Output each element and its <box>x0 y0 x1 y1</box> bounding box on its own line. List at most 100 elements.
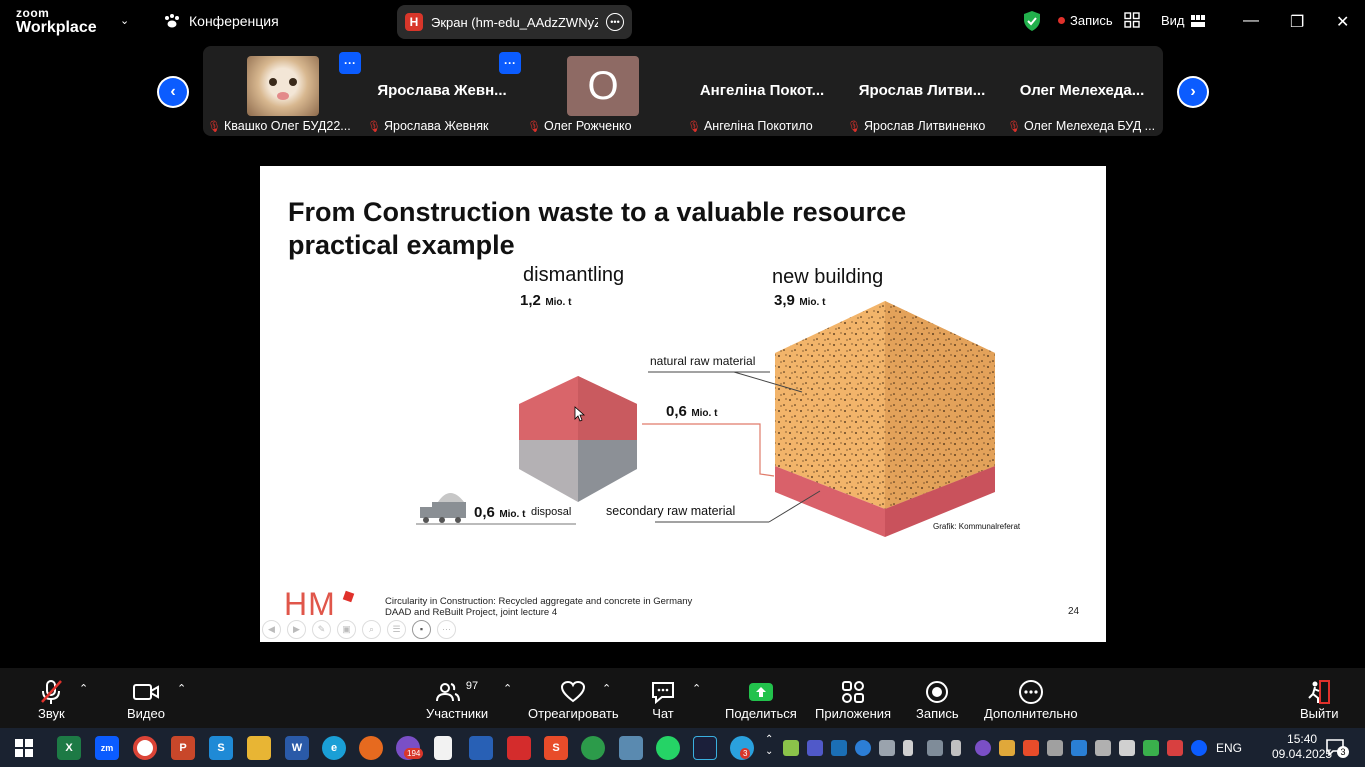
tray-app-icon[interactable] <box>831 740 847 756</box>
participant-photo <box>247 56 319 116</box>
muted-mic-icon <box>39 678 63 706</box>
prev-slide-icon[interactable]: ◀ <box>262 620 281 639</box>
tray-viber-icon[interactable] <box>975 740 991 756</box>
more-options-icon[interactable]: ⋯ <box>437 620 456 639</box>
more-button[interactable]: Дополнительно <box>984 678 1078 721</box>
chrome-icon[interactable] <box>133 736 157 760</box>
participant-tile[interactable]: О 🎙 Олег Рожченко <box>523 46 681 136</box>
app-s-icon[interactable]: S <box>209 736 233 760</box>
dismantling-label: dismantling <box>523 264 625 286</box>
word-icon[interactable]: W <box>285 736 309 760</box>
video-button[interactable]: Видео <box>127 678 165 721</box>
participant-name: 🎙 Квашко Олег БУД22... <box>207 119 351 133</box>
system-clock[interactable]: 15:40 09.04.2025 <box>1272 732 1332 762</box>
new-building-label: new building <box>772 266 884 288</box>
next-slide-icon[interactable]: ▶ <box>287 620 306 639</box>
audio-options-caret[interactable]: ⌃ <box>79 682 88 695</box>
participant-tile[interactable]: Олег Мелехеда... 🎙 Олег Мелехеда БУД ... <box>1003 46 1161 136</box>
record-label: Запись <box>916 706 959 721</box>
tray-tool-icon[interactable] <box>879 740 895 756</box>
video-options-caret[interactable]: ⌃ <box>177 682 186 695</box>
slides-icon[interactable]: ▣ <box>337 620 356 639</box>
video-camera-icon <box>132 678 160 706</box>
tile-more-button[interactable]: ··· <box>339 52 361 74</box>
shield-icon[interactable] <box>1022 10 1042 32</box>
tile-more-button[interactable]: ··· <box>499 52 521 74</box>
document-icon[interactable] <box>434 736 452 760</box>
tray-expand-icon[interactable]: ⌃ ⌄ <box>765 734 773 758</box>
pen-icon[interactable]: ✎ <box>312 620 331 639</box>
leave-button[interactable]: Выйти <box>1300 678 1339 721</box>
whatsapp-icon[interactable] <box>656 736 680 760</box>
participants-options-caret[interactable]: ⌃ <box>503 682 512 695</box>
windows-start-icon[interactable] <box>15 739 33 757</box>
participant-tile[interactable]: Ярослава Жевн... ··· 🎙 Ярослава Жевняк <box>363 46 521 136</box>
tray-mute-icon[interactable] <box>1167 740 1183 756</box>
tray-monitor-icon[interactable] <box>927 740 943 756</box>
tray-wifi-icon[interactable] <box>1047 740 1063 756</box>
zoom-window: zoom Workplace ⌄ Конференция H Экран (hm… <box>0 0 1365 767</box>
screen-share-pill[interactable]: H Экран (hm-edu_AAdzZWNyZXQ ••• <box>397 5 632 39</box>
audio-button[interactable]: Звук <box>38 678 65 721</box>
zoom-app-icon[interactable]: zm <box>95 736 119 760</box>
muted-mic-icon: 🎙 <box>527 120 541 133</box>
file-explorer-icon[interactable] <box>247 736 271 760</box>
tray-teams-icon[interactable] <box>807 740 823 756</box>
view-menu[interactable]: Вид <box>1161 13 1205 28</box>
screen-title: Экран (hm-edu_AAdzZWNyZXQ <box>431 14 598 30</box>
volume-icon[interactable] <box>1119 740 1135 756</box>
chat-button[interactable]: Чат <box>650 678 676 721</box>
tray-folder-icon[interactable] <box>999 740 1015 756</box>
video-label: Видео <box>127 706 165 721</box>
app-s2-icon[interactable]: S <box>544 736 568 760</box>
tray-security-icon[interactable] <box>1143 740 1159 756</box>
tray-browser-icon[interactable] <box>855 740 871 756</box>
participant-tile[interactable]: ··· 🎙 Квашко Олег БУД22... <box>203 46 361 136</box>
gallery-grid-icon[interactable] <box>1124 12 1140 28</box>
webex-icon[interactable] <box>693 736 717 760</box>
conference-menu[interactable]: Конференция <box>163 13 279 29</box>
restore-icon[interactable]: ❐ <box>1290 12 1304 32</box>
recording-indicator[interactable]: Запись <box>1058 13 1113 28</box>
apps-icon <box>841 678 865 706</box>
participant-name: 🎙 Ангеліна Покотило <box>687 119 813 133</box>
zoom-icon[interactable]: ⌕ <box>362 620 381 639</box>
edge-icon[interactable]: e <box>322 736 346 760</box>
tray-mic-icon[interactable] <box>903 740 913 756</box>
subtitles-icon[interactable]: ☰ <box>387 620 406 639</box>
excel-icon[interactable]: X <box>57 736 81 760</box>
tray-network-icon[interactable] <box>1071 740 1087 756</box>
share-button[interactable]: Поделиться <box>725 678 797 721</box>
game-app-icon[interactable] <box>507 736 531 760</box>
tray-display-icon[interactable] <box>1095 740 1111 756</box>
participant-name: 🎙 Ярослав Литвиненко <box>847 119 986 133</box>
notification-center[interactable]: 3 <box>1325 738 1349 761</box>
tray-zoom-icon[interactable] <box>1191 740 1207 756</box>
participant-tile[interactable]: Ярослав Литви... 🎙 Ярослав Литвиненко <box>843 46 1001 136</box>
tray-kaspersky-icon[interactable] <box>783 740 799 756</box>
record-button[interactable]: Запись <box>916 678 959 721</box>
graphic-credit: Grafik: Kommunalreferat <box>933 522 1021 531</box>
react-options-caret[interactable]: ⌃ <box>602 682 611 695</box>
camera-icon[interactable]: ▪ <box>412 620 431 639</box>
strip-next-button[interactable]: › <box>1177 76 1209 108</box>
app-grid-icon[interactable] <box>619 736 643 760</box>
participant-tile[interactable]: Ангеліна Покот... 🎙 Ангеліна Покотило <box>683 46 841 136</box>
more-icon[interactable]: ••• <box>606 13 624 31</box>
apps-button[interactable]: Приложения <box>815 678 891 721</box>
save-app-icon[interactable] <box>469 736 493 760</box>
chevron-down-icon[interactable]: ⌄ <box>120 14 129 27</box>
chrome-profile-icon[interactable] <box>581 736 605 760</box>
chat-options-caret[interactable]: ⌃ <box>692 682 701 695</box>
view-grid-icon <box>1190 14 1205 27</box>
minimize-icon[interactable]: — <box>1243 12 1259 30</box>
strip-prev-button[interactable]: ‹ <box>157 76 189 108</box>
close-icon[interactable]: ✕ <box>1336 12 1349 32</box>
participants-button[interactable]: 97 Участники <box>426 678 488 721</box>
powerpoint-icon[interactable]: P <box>171 736 195 760</box>
tray-s-icon[interactable] <box>1023 740 1039 756</box>
firefox-icon[interactable] <box>359 736 383 760</box>
tray-usb-icon[interactable] <box>951 740 961 756</box>
language-indicator[interactable]: ENG <box>1216 741 1242 755</box>
natural-raw-label: natural raw material <box>650 354 756 368</box>
